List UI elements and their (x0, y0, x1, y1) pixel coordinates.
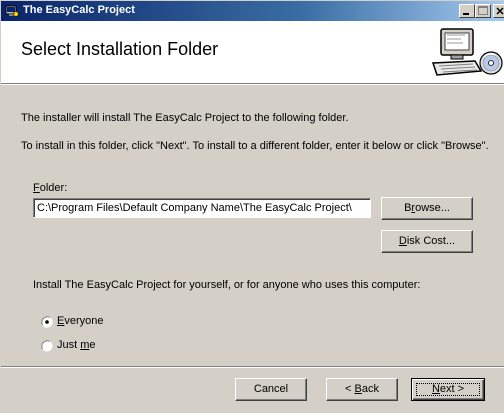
minimize-icon (463, 13, 469, 15)
radio-everyone-label: Everyone (57, 315, 104, 327)
close-icon (496, 7, 504, 15)
radio-just-me-label: Just me (57, 339, 96, 351)
maximize-icon (478, 6, 488, 15)
window-title: The EasyCalc Project (23, 4, 135, 16)
header-divider-highlight (1, 84, 504, 85)
page-title: Select Installation Folder (21, 39, 219, 59)
back-button[interactable]: < Back (326, 378, 398, 401)
close-button[interactable] (493, 4, 504, 18)
installer-app-icon (5, 5, 19, 17)
browse-button[interactable]: Browse... (381, 197, 473, 220)
folder-path-value: C:\Program Files\Default Company Name\Th… (37, 202, 352, 214)
disk-cost-button[interactable]: Disk Cost... (381, 230, 473, 253)
folder-label: Folder: (33, 182, 67, 194)
radio-just-me[interactable]: Just me (41, 339, 111, 353)
cancel-button[interactable]: Cancel (235, 378, 307, 401)
radio-selected-icon (41, 316, 53, 328)
title-bar[interactable]: The EasyCalc Project (1, 1, 504, 21)
focus-rect (416, 383, 480, 396)
radio-unselected-icon (41, 340, 53, 352)
minimize-button[interactable] (459, 4, 475, 18)
install-for-text: Install The EasyCalc Project for yoursel… (33, 279, 421, 291)
intro-text: The installer will install The EasyCalc … (21, 112, 349, 124)
header-banner: Select Installation Folder (1, 21, 504, 83)
next-button[interactable]: Next > (411, 378, 485, 401)
radio-everyone[interactable]: Everyone (41, 315, 111, 329)
folder-path-input[interactable]: C:\Program Files\Default Company Name\Th… (33, 198, 371, 218)
instructions-text: To install in this folder, click "Next".… (21, 140, 489, 152)
installer-window: The EasyCalc Project Select Installation… (0, 0, 504, 413)
footer-divider-highlight (1, 367, 504, 368)
maximize-button[interactable] (475, 4, 491, 18)
computer-install-icon (431, 28, 503, 76)
folder-label-text: older: (39, 182, 68, 194)
folder-label-mnemonic: F (33, 182, 40, 194)
